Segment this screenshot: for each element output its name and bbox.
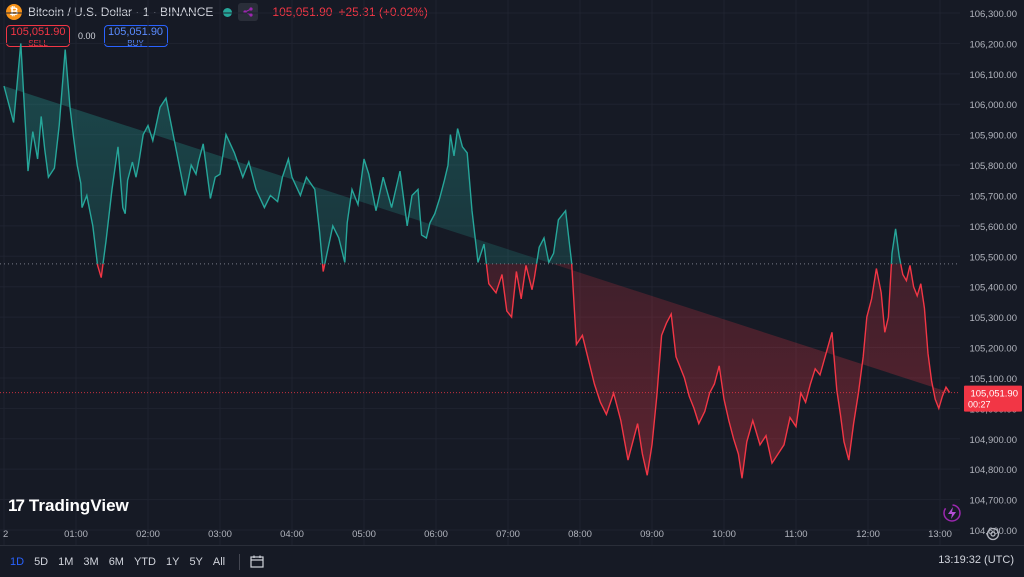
x-tick-label: 01:00 — [64, 529, 88, 540]
x-tick-label: 13:00 — [928, 529, 952, 540]
y-tick-label: 106,100.00 — [969, 70, 1017, 81]
timeframe-all[interactable]: All — [213, 556, 225, 568]
price-axis[interactable]: 104,600.00104,700.00104,800.00104,900.00… — [964, 9, 1022, 537]
price-line — [3, 43, 951, 479]
timeframe-selector: 1D 5D 1M 3M 6M YTD 1Y 5Y All — [0, 556, 225, 568]
x-tick-label: 07:00 — [496, 529, 520, 540]
bolt-icon[interactable] — [942, 503, 962, 523]
y-tick-label: 106,300.00 — [969, 9, 1017, 20]
y-tick-label: 105,900.00 — [969, 131, 1017, 142]
y-tick-label: 105,100.00 — [969, 374, 1017, 385]
y-tick-label: 104,800.00 — [969, 465, 1017, 476]
timeframe-5y[interactable]: 5Y — [189, 556, 202, 568]
area-fill-down — [97, 263, 950, 479]
price-chart[interactable]: 104,600.00104,700.00104,800.00104,900.00… — [0, 0, 1024, 545]
y-tick-label: 104,900.00 — [969, 435, 1017, 446]
x-tick-label: 10:00 — [712, 529, 736, 540]
grid — [0, 0, 960, 545]
x-tick-label: 04:00 — [280, 529, 304, 540]
timeframe-1y[interactable]: 1Y — [166, 556, 179, 568]
timeframe-6m[interactable]: 6M — [109, 556, 124, 568]
y-tick-label: 105,500.00 — [969, 252, 1017, 263]
timeframe-ytd[interactable]: YTD — [134, 556, 156, 568]
x-tick-label: 06:00 — [424, 529, 448, 540]
y-tick-label: 106,200.00 — [969, 39, 1017, 50]
timeframe-1d[interactable]: 1D — [10, 556, 24, 568]
x-tick-label: 05:00 — [352, 529, 376, 540]
utc-clock[interactable]: 13:19:32 (UTC) — [938, 554, 1014, 566]
x-tick-label: 2 — [3, 529, 8, 540]
countdown-label: 00:27 — [968, 400, 991, 410]
y-tick-label: 104,700.00 — [969, 496, 1017, 507]
divider — [239, 553, 241, 570]
timeframe-5d[interactable]: 5D — [34, 556, 48, 568]
y-tick-label: 105,600.00 — [969, 222, 1017, 233]
y-tick-label: 105,400.00 — [969, 283, 1017, 294]
time-axis[interactable]: 2 01:00 02:00 03:00 04:00 05:00 06:00 07:00 08:0… — [3, 529, 952, 540]
bottom-toolbar: 1D 5D 1M 3M 6M YTD 1Y 5Y All 13:19:32 (UTC) — [0, 545, 1024, 577]
area-fill — [4, 43, 950, 479]
timeframe-1m[interactable]: 1M — [58, 556, 73, 568]
x-tick-label: 09:00 — [640, 529, 664, 540]
current-price-label: 105,051.90 — [970, 389, 1018, 400]
calendar-icon[interactable] — [250, 555, 264, 568]
price-line-down — [96, 263, 951, 479]
x-tick-label: 02:00 — [136, 529, 160, 540]
x-tick-label: 11:00 — [784, 529, 807, 540]
x-tick-label: 12:00 — [856, 529, 880, 540]
x-tick-label: 03:00 — [208, 529, 232, 540]
reference-lines — [0, 263, 960, 394]
price-line-up — [3, 43, 902, 264]
y-tick-label: 105,800.00 — [969, 161, 1017, 172]
y-tick-label: 105,200.00 — [969, 344, 1017, 355]
y-tick-label: 105,300.00 — [969, 313, 1017, 324]
tradingview-mark-icon: 17 — [8, 496, 25, 515]
area-fill-up — [4, 43, 901, 264]
y-tick-label: 106,000.00 — [969, 100, 1017, 111]
y-tick-label: 105,700.00 — [969, 191, 1017, 202]
x-tick-label: 08:00 — [568, 529, 592, 540]
tradingview-logo[interactable]: 17 TradingView — [8, 496, 129, 516]
timeframe-3m[interactable]: 3M — [83, 556, 98, 568]
settings-icon[interactable] — [986, 527, 1000, 541]
logo-text: TradingView — [28, 496, 129, 515]
